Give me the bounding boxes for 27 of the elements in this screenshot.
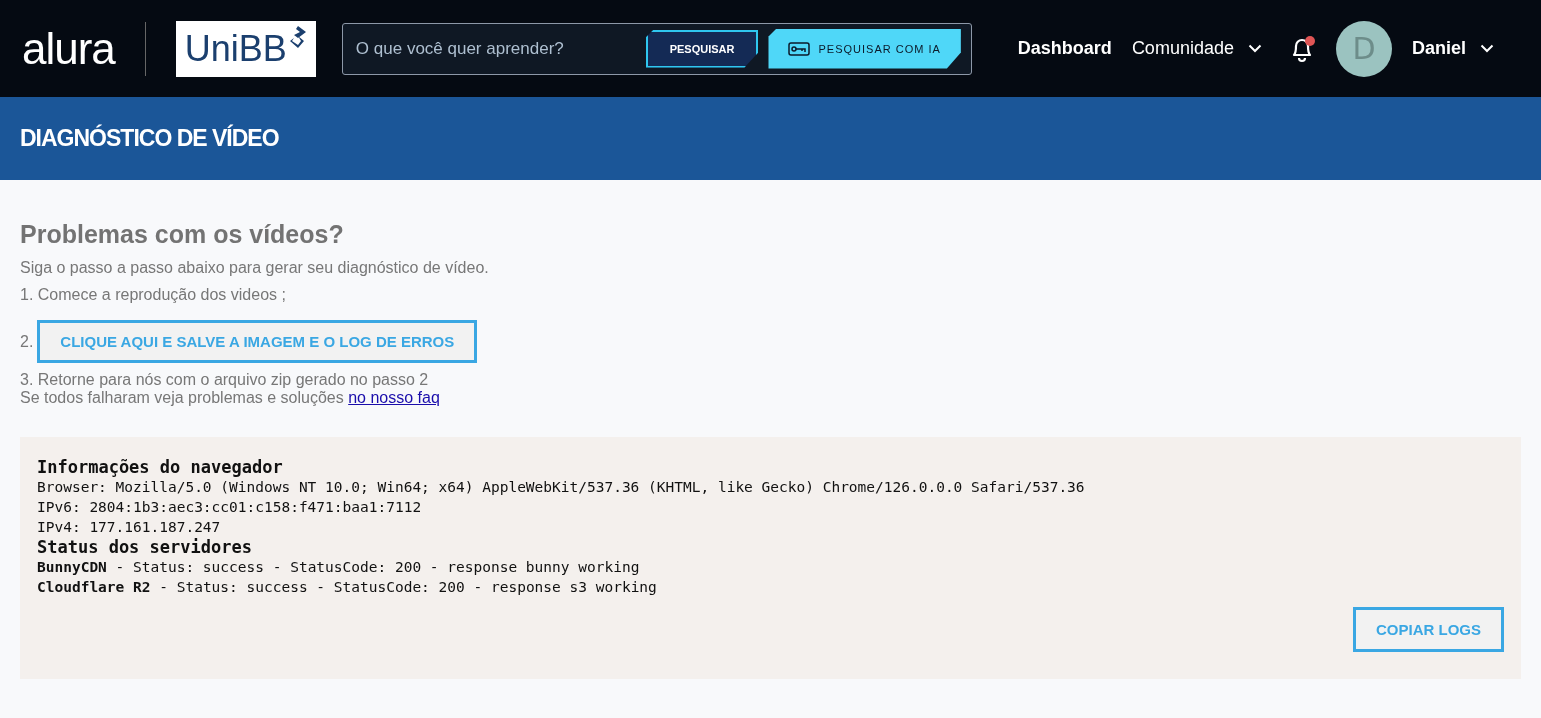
user-menu[interactable]: Daniel xyxy=(1411,38,1494,59)
key-icon xyxy=(788,41,811,56)
partner-logo[interactable]: UniBB xyxy=(175,20,316,77)
page-title: DIAGNÓSTICO DE VÍDEO xyxy=(20,125,279,152)
instruction-text: Siga o passo a passo abaixo para gerar seu diagnóstico de vídeo. xyxy=(20,259,490,277)
search-button[interactable]: PESQUISAR xyxy=(645,29,759,68)
nav-link[interactable]: Dashboard xyxy=(1017,38,1112,59)
ai-search-button[interactable]: PESQUISAR COM IA xyxy=(768,28,961,69)
chevron-down-icon xyxy=(1247,44,1262,53)
log-line: IPv6: 2804:1b3:aec3:cc01:c158:f471:baa1:7112 xyxy=(37,498,423,517)
log-line: Cloudflare R2 - Status: success - StatusCode: 200 - response s3 working xyxy=(37,578,658,597)
faq-link[interactable]: no nosso faq xyxy=(348,389,440,406)
section-heading: Problemas com os vídeos? xyxy=(20,220,345,249)
log-line: BunnyCDN - Status: success - StatusCode: 200 - response bunny working xyxy=(37,558,641,577)
log-line: IPv4: 177.161.187.247 xyxy=(37,518,222,537)
log-line: Browser: Mozilla/5.0 (Windows NT 10.0; Win64; x64) AppleWebKit/537.36 (KHTML, like Gecko) Chrome/126.0.0.0 Safari/537.36 xyxy=(37,478,1086,497)
faq-text: Se todos falharam veja problemas e soluções xyxy=(20,389,344,406)
alura-logo[interactable]: alura xyxy=(22,23,115,74)
step-text: 3. Retorne para nós com o arquivo zip gerado no passo 2 xyxy=(20,371,430,389)
step-text: 1. Comece a reprodução dos videos ; xyxy=(20,286,287,304)
log-heading: Status dos servidores xyxy=(37,537,253,557)
nav-dropdown[interactable]: Comunidade xyxy=(1131,38,1262,59)
log-heading: Informações do navegador xyxy=(37,457,284,477)
step-number: 2. xyxy=(20,332,34,351)
search-field[interactable]: O que você quer aprender? PESQUISAR PESQUISAR COM IA xyxy=(341,22,972,75)
chevron-down-icon xyxy=(1480,44,1494,53)
diamond-logo-icon xyxy=(288,24,307,49)
